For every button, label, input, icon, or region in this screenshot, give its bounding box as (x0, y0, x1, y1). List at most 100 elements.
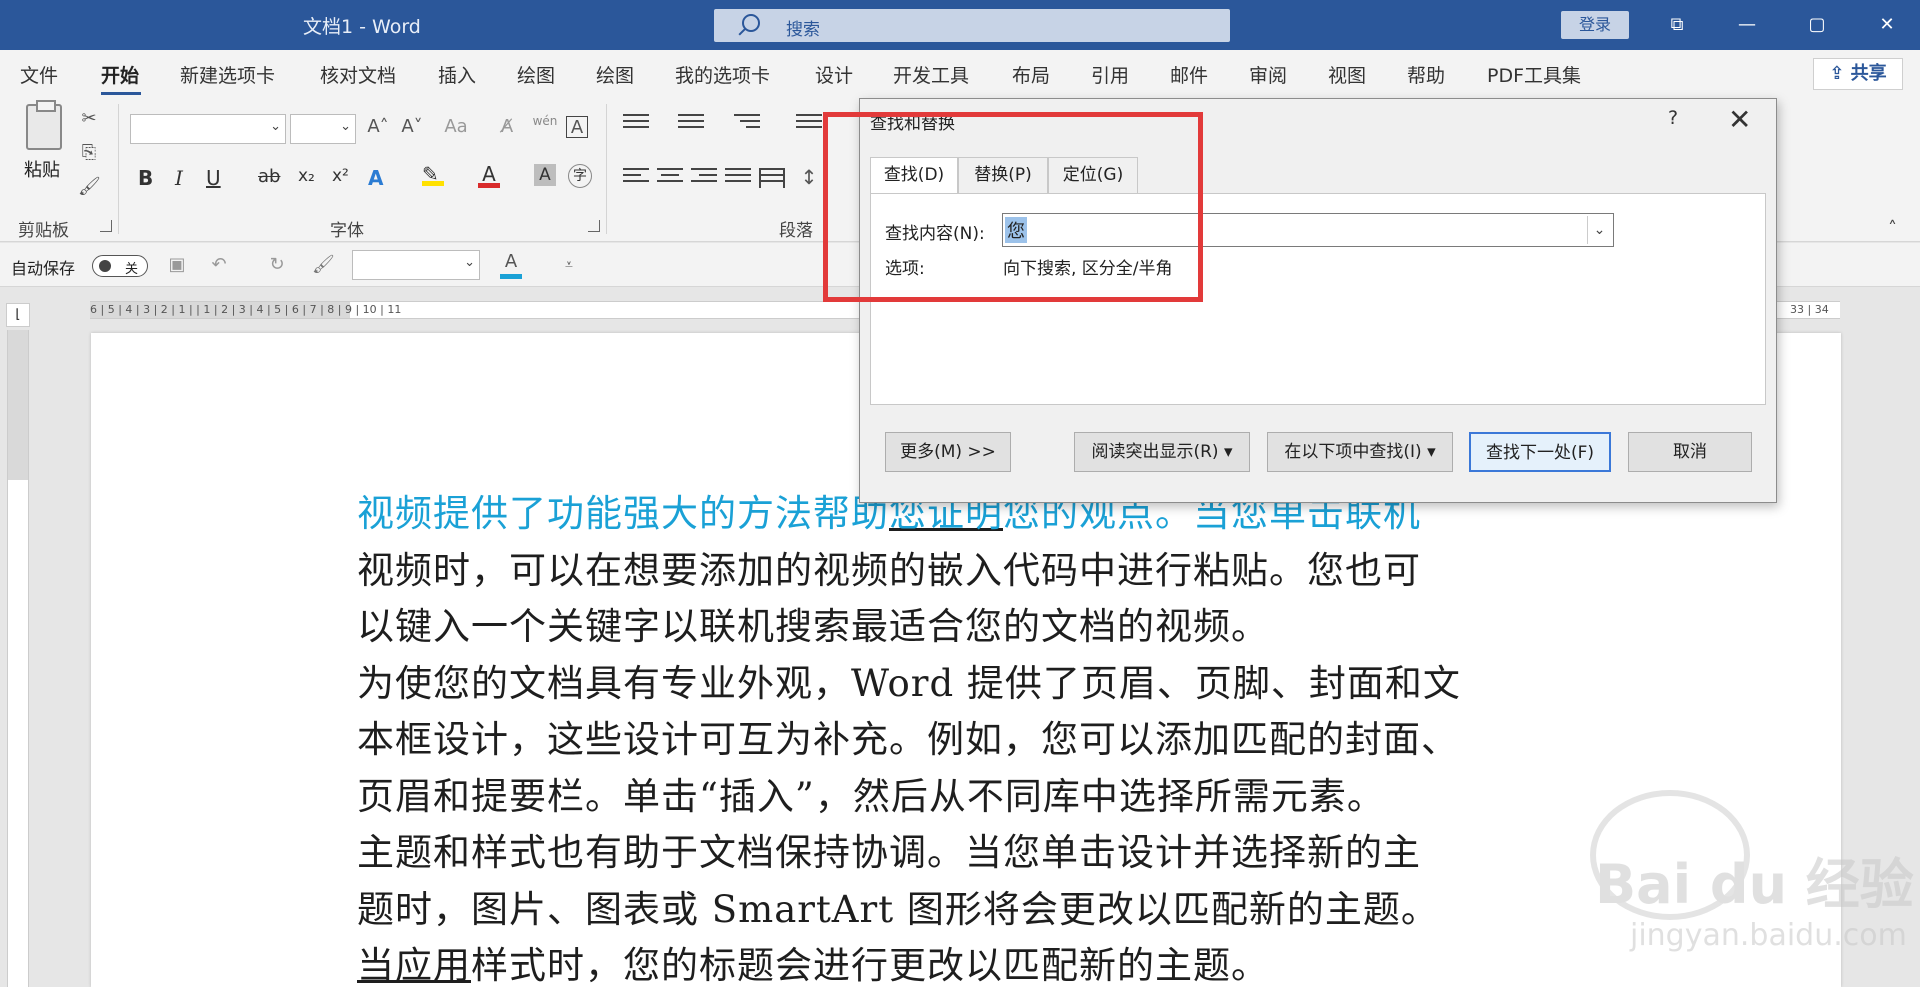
paste-icon[interactable] (26, 100, 62, 150)
doc-line-6: 页眉和提要栏。单击“插入”，然后从不同库中选择所需元素。 (357, 774, 1385, 818)
grow-font-icon[interactable]: A˄ (364, 116, 392, 138)
font-size-select[interactable]: ⌄ (290, 114, 356, 144)
paste-label[interactable]: 粘贴 (24, 156, 60, 182)
menu-check-doc[interactable]: 核对文档 (320, 61, 396, 88)
find-in-button[interactable]: 在以下项中查找(I) ▾ (1267, 432, 1453, 472)
title-bar: 文档1 - Word 搜索 登录 ⧉ — ▢ ✕ (0, 0, 1920, 50)
menu-file[interactable]: 文件 (20, 61, 58, 88)
redo-icon[interactable]: ↻ (266, 254, 288, 276)
doc-line-9: 当应用样式时，您的标题会进行更改以匹配新的主题。 (357, 944, 1269, 987)
search-placeholder: 搜索 (786, 20, 820, 40)
share-button[interactable]: ⇪ 共享 (1813, 58, 1903, 90)
vertical-ruler[interactable] (7, 330, 29, 987)
more-button[interactable]: 更多(M) >> (885, 432, 1011, 472)
doc-line-3: 以键入一个关键字以联机搜索最适合您的文档的视频。 (357, 605, 1269, 648)
clipboard-group-label: 剪贴板 (18, 221, 69, 241)
tab-selector[interactable]: ⌊ (6, 303, 30, 327)
customize-qat-icon[interactable]: ⩡ (558, 254, 580, 276)
brush-icon[interactable]: 🖌 (312, 254, 335, 276)
collapse-ribbon-icon[interactable]: ˄ (1888, 218, 1897, 239)
menu-draw-2[interactable]: 绘图 (596, 61, 634, 88)
ribbon-display-icon[interactable]: ⧉ (1655, 8, 1699, 42)
align-right-icon[interactable] (691, 168, 717, 188)
style-select[interactable]: ⌄ (352, 250, 480, 280)
menu-view[interactable]: 视图 (1328, 61, 1366, 88)
font-launcher-icon[interactable] (588, 220, 600, 232)
enclose-char-icon[interactable]: 字 (568, 164, 592, 188)
superscript-button[interactable]: x² (332, 166, 349, 186)
menu-new-tab[interactable]: 新建选项卡 (180, 61, 275, 88)
copy-icon[interactable]: ⎘ (78, 142, 100, 164)
distribute-icon[interactable] (759, 168, 785, 188)
multilevel-list-icon[interactable] (734, 114, 760, 134)
search-box[interactable]: 搜索 (714, 9, 1230, 42)
strikethrough-button[interactable]: ab (258, 166, 280, 187)
document-body[interactable]: 视频提供了功能强大的方法帮助您证明您的观点。当您单击联机 视频时，可以在想要添加… (357, 486, 1577, 987)
decrease-indent-icon[interactable] (796, 114, 822, 134)
format-painter-icon[interactable]: 🖌 (78, 176, 101, 198)
shrink-font-icon[interactable]: A˅ (398, 116, 426, 138)
align-left-icon[interactable] (623, 168, 649, 188)
qat-font-color-icon[interactable]: A (500, 251, 522, 279)
help-icon[interactable]: ? (1668, 107, 1678, 129)
menu-help[interactable]: 帮助 (1407, 61, 1445, 88)
menu-home[interactable]: 开始 (101, 61, 139, 88)
menu-my-tab[interactable]: 我的选项卡 (675, 61, 770, 88)
close-icon[interactable]: ✕ (1728, 103, 1751, 136)
menu-layout[interactable]: 布局 (1012, 61, 1050, 88)
watermark-url: jingyan.baidu.com (1630, 918, 1907, 953)
char-border-icon[interactable]: A (566, 116, 588, 138)
italic-button[interactable]: I (175, 166, 183, 190)
bullets-icon[interactable] (623, 114, 649, 134)
watermark-brand: Bai du 经验 (1595, 853, 1914, 916)
doc-line-5: 本框设计，这些设计可互为补充。例如，您可以添加匹配的封面、 (357, 718, 1459, 761)
ruler-numbers: 6 | 5 | 4 | 3 | 2 | 1 | | 1 | 2 | 3 | 4 … (90, 303, 402, 316)
justify-icon[interactable] (725, 168, 751, 188)
login-button[interactable]: 登录 (1561, 11, 1629, 39)
line-spacing-icon[interactable]: ↕ (798, 166, 820, 188)
font-name-select[interactable]: ⌄ (130, 114, 286, 144)
clipboard-launcher-icon[interactable] (100, 220, 112, 232)
underline-button[interactable]: U (206, 166, 221, 190)
group-divider (606, 104, 607, 234)
reading-highlight-button[interactable]: 阅读突出显示(R) ▾ (1074, 432, 1250, 472)
menu-draw-1[interactable]: 绘图 (517, 61, 555, 88)
baidu-watermark: Bai du 经验 jingyan.baidu.com (1535, 770, 1915, 980)
close-window-button[interactable]: ✕ (1865, 8, 1909, 42)
minimize-button[interactable]: — (1725, 8, 1769, 42)
align-center-icon[interactable] (657, 168, 683, 188)
text-effects-icon[interactable]: A (368, 166, 383, 190)
menu-review[interactable]: 审阅 (1249, 61, 1287, 88)
chevron-down-icon[interactable]: ⌄ (1587, 216, 1611, 244)
menu-mailings[interactable]: 邮件 (1170, 61, 1208, 88)
change-case-icon[interactable]: Aa (436, 116, 476, 138)
search-icon (742, 14, 760, 32)
font-group-label: 字体 (330, 221, 364, 241)
cancel-button[interactable]: 取消 (1628, 432, 1752, 472)
font-color-icon[interactable]: A (478, 162, 500, 188)
save-icon[interactable]: ▣ (166, 254, 188, 276)
menu-design[interactable]: 设计 (815, 61, 853, 88)
doc-line-8: 题时，图片、图表或 SmartArt 图形将会更改以匹配新的主题。 (357, 887, 1439, 931)
undo-icon[interactable]: ↶ (208, 254, 230, 276)
menu-developer[interactable]: 开发工具 (893, 61, 969, 88)
char-shading-icon[interactable]: A (534, 164, 556, 186)
phonetic-guide-icon[interactable]: wén (530, 110, 560, 132)
find-next-button[interactable]: 查找下一处(F) (1469, 432, 1611, 472)
cut-icon[interactable]: ✂ (78, 108, 100, 130)
autosave-toggle[interactable]: 关 (92, 255, 148, 277)
menu-pdf-tools[interactable]: PDF工具集 (1487, 61, 1581, 88)
menu-references[interactable]: 引用 (1091, 61, 1129, 88)
clear-format-icon[interactable]: A̸ (496, 116, 518, 138)
paragraph-group-label: 段落 (779, 221, 813, 241)
highlight-icon[interactable]: ✎ (422, 162, 444, 186)
maximize-button[interactable]: ▢ (1795, 8, 1839, 42)
doc-line-7: 主题和样式也有助于文档保持协调。当您单击设计并选择新的主 (357, 831, 1421, 874)
toggle-state: 关 (125, 262, 139, 277)
numbering-icon[interactable] (678, 114, 704, 134)
menu-insert[interactable]: 插入 (438, 61, 476, 88)
annotation-highlight-box (823, 112, 1203, 302)
bold-button[interactable]: B (138, 166, 153, 190)
subscript-button[interactable]: x₂ (298, 166, 315, 186)
active-tab-indicator (101, 92, 141, 95)
